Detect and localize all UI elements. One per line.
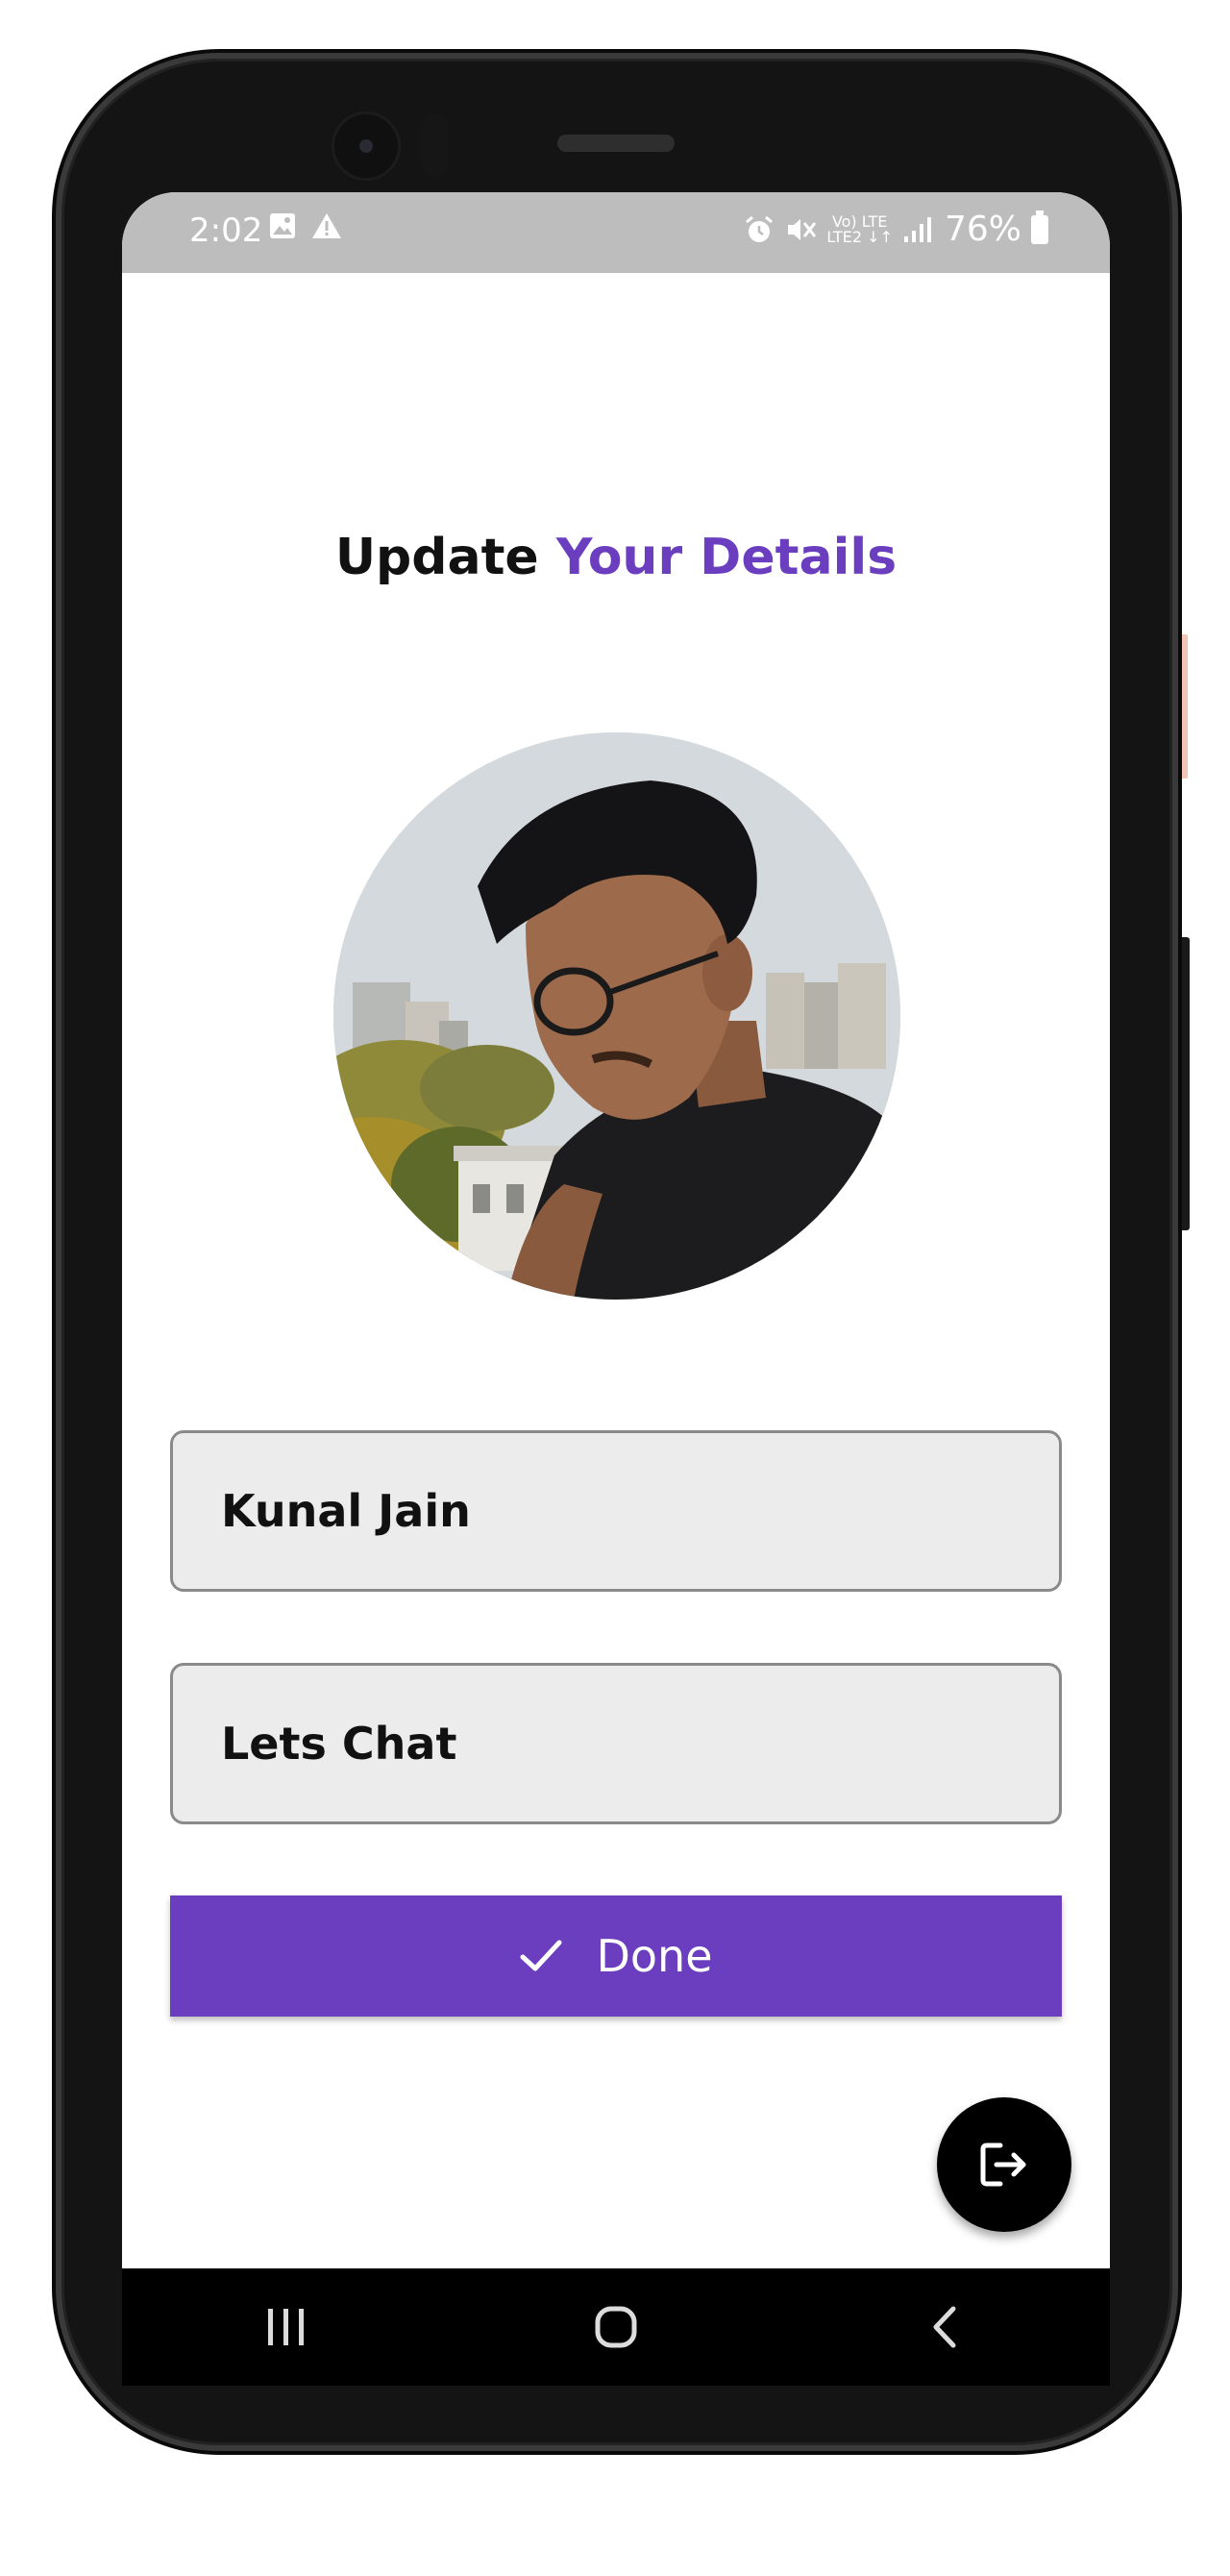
earpiece-speaker xyxy=(557,135,675,152)
alarm-icon xyxy=(746,215,774,242)
title-part-update: Update xyxy=(334,529,539,586)
status-input[interactable]: Lets Chat xyxy=(170,1663,1062,1824)
back-icon xyxy=(933,2306,956,2348)
device-frame: 2:02 Vo) LTE LTE2 ↓↑ 76% Update Your Det… xyxy=(0,0,1230,2576)
side-button xyxy=(1178,634,1188,779)
page-title: Update Your Details xyxy=(122,529,1110,586)
proximity-sensor xyxy=(421,113,448,177)
check-icon xyxy=(520,1940,562,1971)
mute-icon xyxy=(788,218,817,240)
back-button[interactable] xyxy=(888,2284,1003,2370)
recent-apps-button[interactable] xyxy=(229,2284,344,2370)
power-button xyxy=(1178,937,1190,1230)
warning-icon xyxy=(312,213,341,238)
gallery-icon xyxy=(270,213,295,238)
profile-photo xyxy=(333,732,900,1300)
signal-icon xyxy=(903,216,931,242)
name-input-value: Kunal Jain xyxy=(221,1485,471,1537)
front-camera xyxy=(332,111,401,181)
status-notification-icons xyxy=(268,211,343,240)
done-button[interactable]: Done xyxy=(170,1895,1062,2017)
battery-icon xyxy=(1031,210,1048,244)
volte-indicator: Vo) LTE LTE2 ↓↑ xyxy=(826,211,893,246)
title-part-your-details: Your Details xyxy=(555,529,898,586)
home-icon xyxy=(595,2306,637,2348)
home-button[interactable] xyxy=(558,2284,674,2370)
app-screen: 2:02 Vo) LTE LTE2 ↓↑ 76% Update Your Det… xyxy=(122,192,1110,2386)
battery-percentage: 76% xyxy=(944,210,1021,249)
status-system-icons: Vo) LTE LTE2 ↓↑ 76% xyxy=(744,210,1048,249)
status-input-value: Lets Chat xyxy=(221,1718,457,1770)
profile-avatar[interactable] xyxy=(333,732,900,1300)
logout-icon xyxy=(980,2143,1026,2187)
system-nav-bar xyxy=(122,2268,1110,2386)
status-time: 2:02 xyxy=(189,211,263,250)
name-input[interactable]: Kunal Jain xyxy=(170,1430,1062,1592)
done-button-label: Done xyxy=(596,1930,713,1982)
recents-icon xyxy=(268,2309,305,2345)
logout-button[interactable] xyxy=(937,2097,1071,2232)
status-bar: 2:02 Vo) LTE LTE2 ↓↑ 76% xyxy=(122,192,1110,273)
